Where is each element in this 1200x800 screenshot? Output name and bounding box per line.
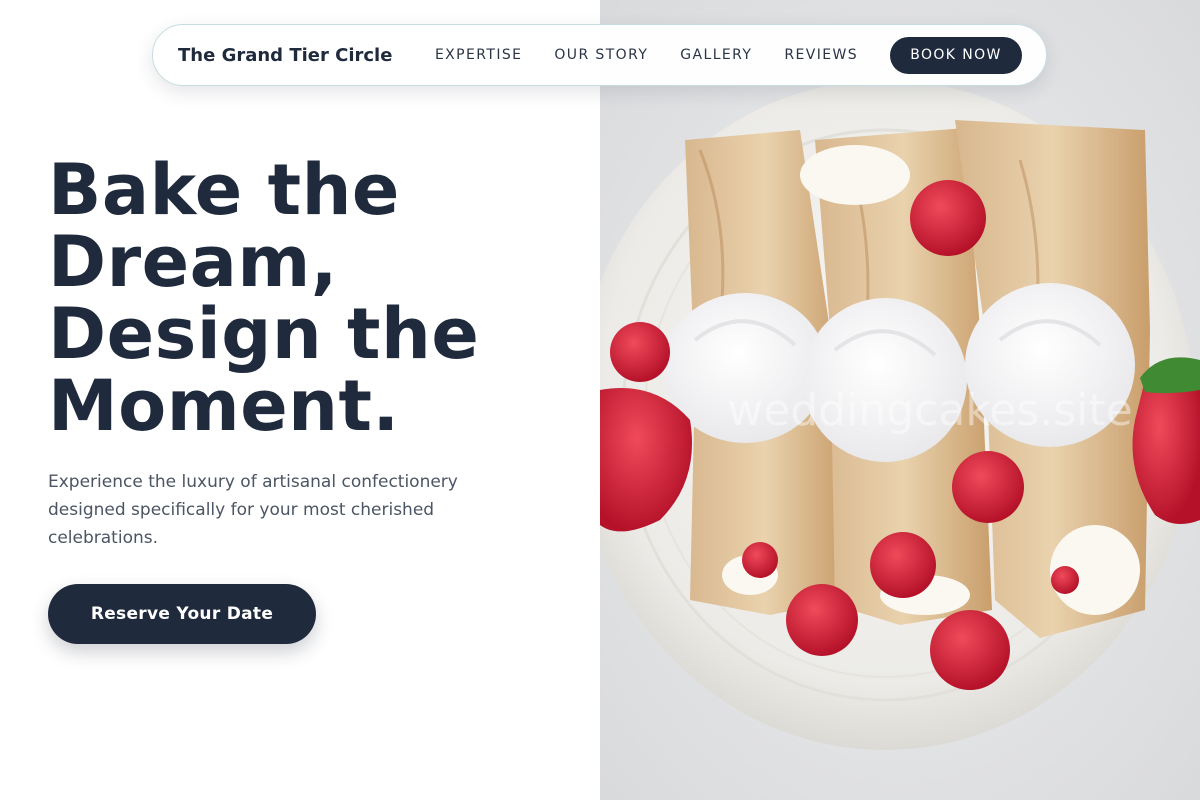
hero-photo: weddingcakes.site xyxy=(600,0,1200,800)
hero-headline: Bake the Dream, Design the Moment. xyxy=(48,154,568,442)
brand-logo[interactable]: The Grand Tier Circle xyxy=(178,45,392,66)
nav-link-expertise[interactable]: EXPERTISE xyxy=(435,47,522,63)
landing-page: weddingcakes.site The Grand Tier Circle … xyxy=(0,0,1200,800)
hero-headline-line-3: Design the xyxy=(48,293,480,375)
hero-headline-line-4: Moment. xyxy=(48,365,400,447)
crepes-plate-illustration: weddingcakes.site xyxy=(600,0,1200,800)
nav-link-our-story[interactable]: OUR STORY xyxy=(554,47,648,63)
hero-headline-line-1: Bake the xyxy=(48,149,400,231)
nav-links: EXPERTISE OUR STORY GALLERY REVIEWS BOOK… xyxy=(435,36,1022,74)
hero-subtitle: Experience the luxury of artisanal confe… xyxy=(48,472,458,548)
nav-link-gallery[interactable]: GALLERY xyxy=(680,47,752,63)
book-now-button[interactable]: BOOK NOW xyxy=(890,36,1022,74)
top-navbar: The Grand Tier Circle EXPERTISE OUR STOR… xyxy=(152,24,1047,86)
nav-link-reviews[interactable]: REVIEWS xyxy=(784,47,858,63)
reserve-date-button[interactable]: Reserve Your Date xyxy=(48,584,316,644)
image-watermark: weddingcakes.site xyxy=(727,385,1132,436)
hero-headline-line-2: Dream, xyxy=(48,221,338,303)
